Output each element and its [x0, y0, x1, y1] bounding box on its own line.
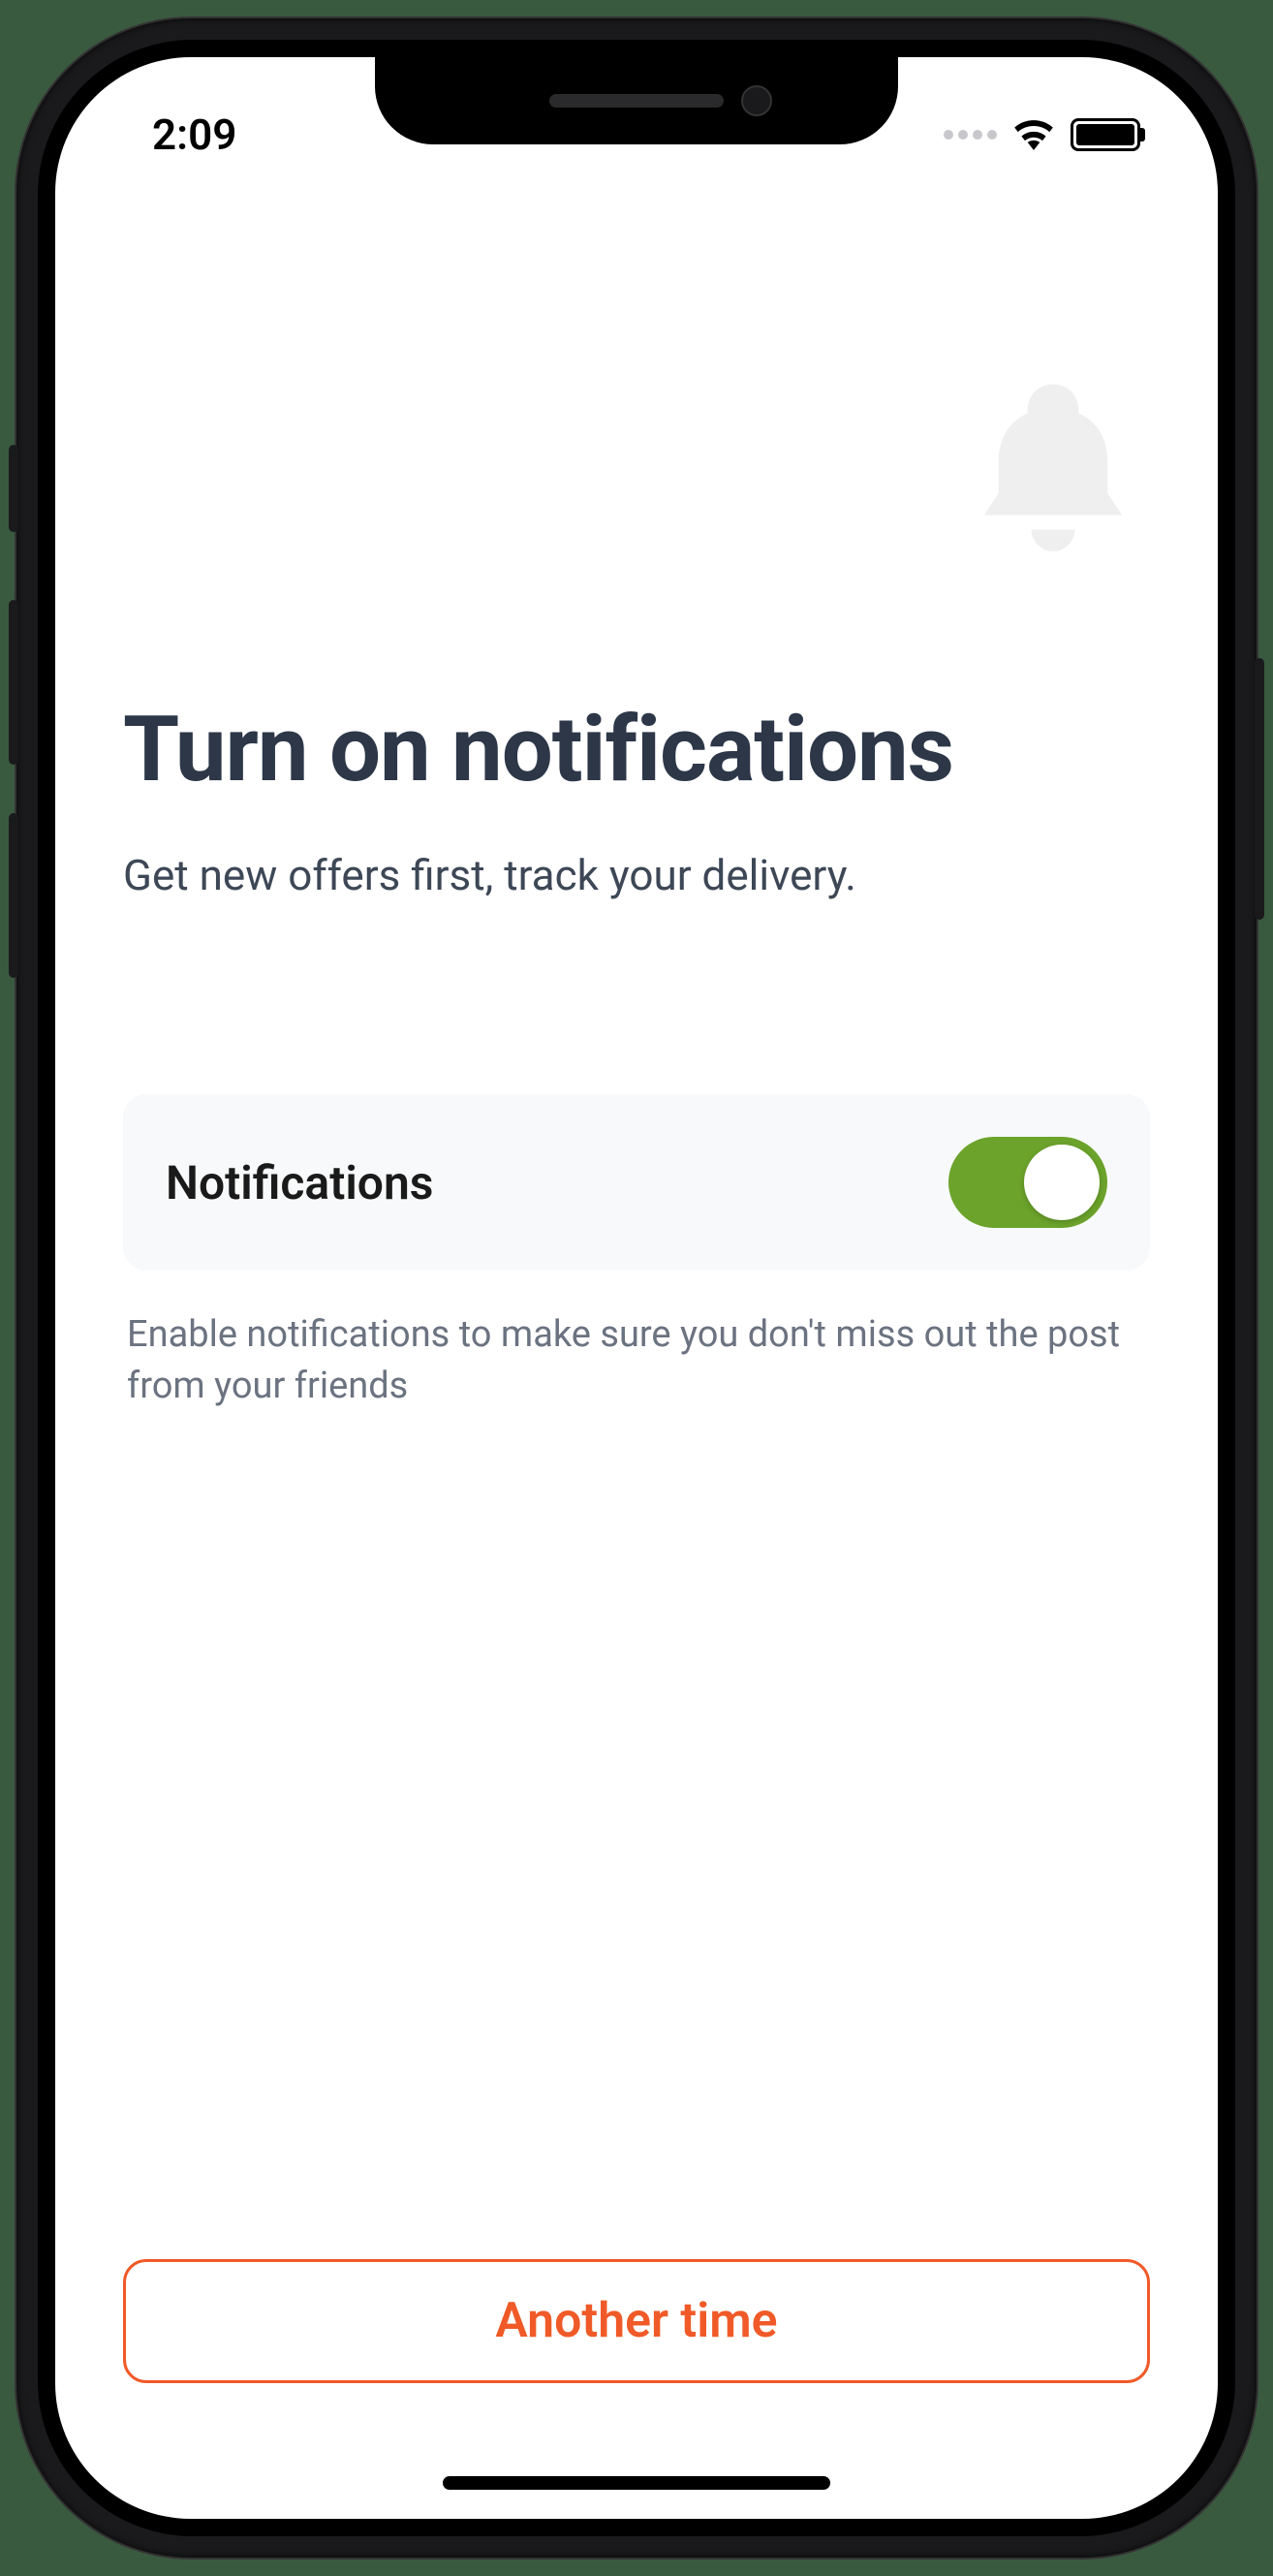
volume-up-button — [9, 600, 18, 765]
toggle-knob — [1024, 1145, 1100, 1220]
battery-icon — [1071, 118, 1140, 151]
power-button — [1255, 658, 1264, 920]
wifi-icon — [1012, 115, 1055, 154]
content-area: Turn on notifications Get new offers fir… — [55, 193, 1218, 2519]
screen: 2:09 — [55, 57, 1218, 2519]
toggle-help-text: Enable notifications to make sure you do… — [123, 1309, 1150, 1412]
toggle-label: Notifications — [166, 1155, 433, 1210]
volume-down-button — [9, 813, 18, 978]
notifications-toggle[interactable] — [948, 1137, 1107, 1228]
status-icons — [944, 115, 1140, 154]
another-time-label: Another time — [495, 2293, 777, 2349]
spacer — [123, 1412, 1150, 2259]
home-indicator[interactable] — [443, 2476, 830, 2490]
bell-background-icon — [966, 367, 1140, 565]
cellular-signal-icon — [944, 130, 997, 140]
phone-frame: 2:09 — [16, 18, 1257, 2558]
mute-switch — [9, 445, 18, 532]
another-time-button[interactable]: Another time — [123, 2259, 1150, 2383]
page-heading: Turn on notifications — [123, 697, 1150, 801]
phone-bezel: 2:09 — [38, 40, 1235, 2536]
notifications-toggle-row: Notifications — [123, 1094, 1150, 1271]
page-subheading: Get new offers first, track your deliver… — [123, 850, 1150, 900]
status-time: 2:09 — [152, 110, 236, 160]
speaker-grille — [549, 94, 724, 108]
front-camera — [741, 85, 772, 116]
notch — [375, 57, 898, 144]
